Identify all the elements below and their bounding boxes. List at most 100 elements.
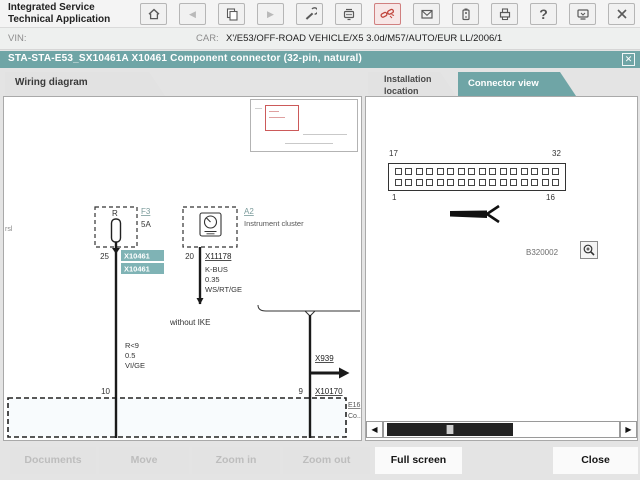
left-wire-color: VI/GE (125, 361, 145, 370)
pin-square (416, 168, 423, 175)
display-button[interactable] (569, 3, 596, 25)
wire-label-color: WS/RT/GE (205, 285, 242, 294)
pin-square (479, 168, 486, 175)
service-functions-button[interactable] (296, 3, 323, 25)
monitor-icon (576, 7, 590, 21)
connection-link-icon (380, 7, 395, 21)
back-button[interactable]: ◀ (179, 3, 206, 25)
magnify-button[interactable] (580, 241, 598, 259)
minimap-line (285, 143, 333, 144)
pin-square (458, 168, 465, 175)
full-screen-button[interactable]: Full screen (375, 447, 462, 474)
pin-square (405, 179, 412, 186)
pin-square (437, 168, 444, 175)
app-title-line1: Integrated Service (8, 2, 110, 14)
zoom-in-button[interactable]: Zoom in (192, 447, 280, 474)
x939-link[interactable]: X939 (315, 354, 334, 363)
pin-9-label: 9 (299, 387, 304, 396)
kbus-wire-arrow (197, 298, 204, 305)
car-value: X'/E53/OFF-ROAD VEHICLE/X5 3.0d/M57/AUTO… (226, 33, 502, 44)
zoom-out-button[interactable]: Zoom out (283, 447, 370, 474)
pin-square (395, 179, 402, 186)
x939-arrow-head (339, 368, 350, 379)
home-button[interactable] (140, 3, 167, 25)
branch-brace (258, 305, 360, 311)
cluster-pin-number: 20 (185, 252, 194, 261)
copy-document-button[interactable] (218, 3, 245, 25)
tab-installation-label-line2: location (376, 85, 456, 97)
close-button[interactable]: Close (553, 447, 638, 474)
magnifier-icon (582, 243, 596, 257)
connector-housing (388, 163, 566, 191)
pin-label-bottom-right: 16 (546, 193, 555, 202)
fuse-rating: 5A (141, 220, 151, 229)
pin-square (510, 168, 517, 175)
pin-square (468, 168, 475, 175)
cluster-connector-link[interactable]: X11178 (205, 252, 232, 261)
battery-button[interactable] (452, 3, 479, 25)
pin-square (500, 168, 507, 175)
cluster-ref-link[interactable]: A2 (244, 207, 254, 216)
x10170-link[interactable]: X10170 (315, 387, 343, 396)
connector-view-panel: 17 32 1 16 B320002 ◀ ▶ (365, 96, 638, 441)
top-toolbar: Integrated Service Technical Application… (0, 0, 640, 28)
car-label: CAR: (196, 33, 219, 44)
app-title-line2: Technical Application (8, 14, 110, 26)
documents-button[interactable]: Documents (10, 447, 96, 474)
home-icon (147, 7, 161, 21)
scroll-left-button[interactable]: ◀ (366, 421, 383, 438)
pin-square (500, 179, 507, 186)
move-button[interactable]: Move (99, 447, 189, 474)
bottom-component-ref[interactable]: E16 (348, 402, 361, 409)
diagnostic-plug-icon (342, 7, 356, 21)
fuse-pin-number: 25 (100, 252, 109, 261)
pin-square (552, 179, 559, 186)
close-icon (615, 7, 629, 21)
diagnostic-plug-button[interactable] (335, 3, 362, 25)
forward-button[interactable]: ▶ (257, 3, 284, 25)
connector-highlight-2-label: X10461 (124, 265, 150, 274)
branch-note: without IKE (169, 318, 210, 327)
fuse-ref-link[interactable]: F3 (141, 207, 151, 216)
edge-note: rsl (5, 226, 13, 233)
pin-square (552, 168, 559, 175)
pin-square (489, 179, 496, 186)
pin-square (510, 179, 517, 186)
tab-wiring-diagram[interactable]: Wiring diagram (5, 72, 165, 96)
cable-branch-symbol (450, 203, 506, 227)
back-icon: ◀ (189, 10, 196, 19)
wrench-icon (303, 7, 317, 21)
cluster-name: Instrument cluster (244, 219, 304, 228)
pin-square (479, 179, 486, 186)
document-close-button[interactable]: ✕ (622, 53, 635, 66)
tab-connector-view[interactable]: Connector view (458, 72, 576, 96)
toolbar-icon-row: ◀ ▶ (140, 3, 635, 25)
exit-button[interactable] (608, 3, 635, 25)
tab-installation-location[interactable]: Installation location (368, 72, 456, 96)
fuse-wire-arrow (112, 248, 120, 254)
pin-square (416, 179, 423, 186)
vehicle-bar: VIN: CAR: X'/E53/OFF-ROAD VEHICLE/X5 3.0… (0, 28, 640, 50)
bottom-component-name: Co.. (348, 413, 361, 420)
pin-square (489, 168, 496, 175)
pin-label-bottom-left: 1 (392, 193, 396, 202)
left-wire-code: R<9 (125, 341, 139, 350)
scrollbar-thumb[interactable] (387, 423, 513, 436)
document-title: STA-STA-E53_SX10461A X10461 Component co… (8, 53, 362, 64)
minimap-viewport[interactable] (265, 105, 299, 131)
scroll-right-button[interactable]: ▶ (620, 421, 637, 438)
envelope-icon (420, 7, 434, 21)
fuse-symbol-label: R (112, 209, 118, 218)
pin-grid (395, 168, 560, 186)
pin-square (395, 168, 402, 175)
scrollbar-track[interactable] (383, 421, 620, 438)
messages-button[interactable] (413, 3, 440, 25)
app-title: Integrated Service Technical Application (8, 2, 110, 25)
connection-status-button[interactable] (374, 3, 401, 25)
pin-square (542, 179, 549, 186)
diagram-minimap[interactable] (250, 99, 358, 152)
printer-icon (498, 7, 512, 21)
help-button[interactable]: ? (530, 3, 557, 25)
pin-square (426, 168, 433, 175)
print-button[interactable] (491, 3, 518, 25)
